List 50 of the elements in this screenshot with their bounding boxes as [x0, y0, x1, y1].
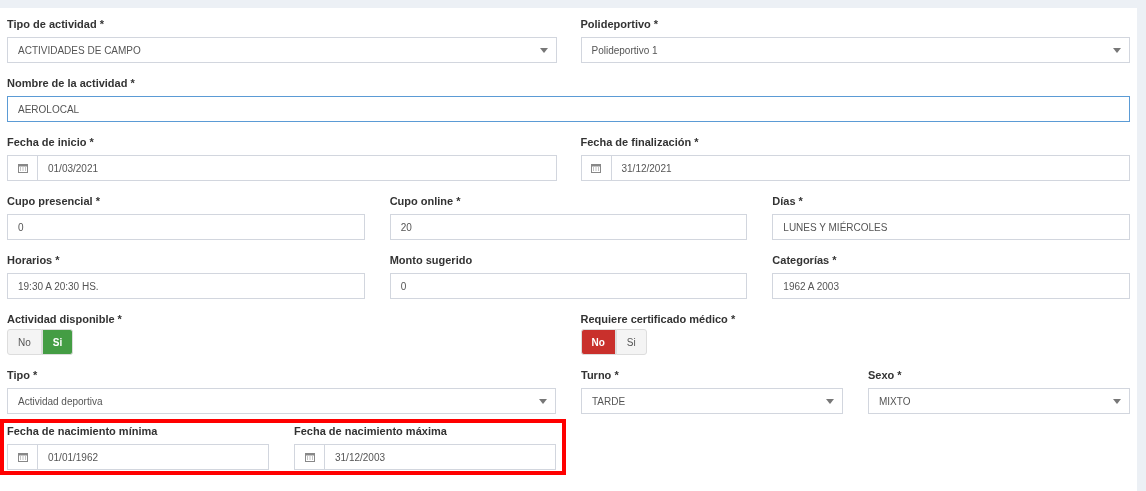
dropdown[interactable]: ACTIVIDADES DE CAMPO	[7, 37, 557, 63]
field-label: Tipo de actividad *	[7, 18, 105, 31]
toggle-option[interactable]: Si	[615, 329, 647, 355]
field-label: Actividad disponible *	[7, 313, 123, 326]
field-label: Monto sugerido	[389, 254, 474, 267]
toggle-option[interactable]: No	[580, 329, 616, 355]
date-field[interactable]: 31/12/2021	[611, 155, 1130, 181]
field-label: Fecha de nacimiento máxima	[294, 425, 448, 438]
field-label: Cupo online *	[389, 195, 462, 208]
dropdown[interactable]: Polideportivo 1	[580, 37, 1130, 63]
field-label: Turno *	[581, 369, 620, 382]
text-field[interactable]: 20	[389, 214, 748, 240]
field-label: Cupo presencial *	[7, 195, 101, 208]
date-field[interactable]: 31/12/2003	[325, 444, 556, 470]
text-field[interactable]: LUNES Y MIÉRCOLES	[772, 214, 1130, 240]
calendar-addon[interactable]	[580, 155, 612, 181]
dropdown[interactable]: Actividad deportiva	[7, 388, 556, 414]
field-label: Polideportivo *	[580, 18, 660, 31]
text-field[interactable]: 19:30 A 20:30 HS.	[7, 273, 365, 299]
calendar-addon[interactable]	[294, 444, 325, 470]
dropdown[interactable]: MIXTO	[868, 388, 1130, 414]
caret-icon	[826, 398, 834, 404]
caret-icon	[1113, 398, 1121, 404]
field-label: Nombre de la actividad *	[7, 77, 136, 90]
calendar-icon	[17, 163, 28, 173]
date-field[interactable]: 01/01/1962	[38, 444, 269, 470]
text-field[interactable]: 0	[389, 273, 748, 299]
calendar-icon	[304, 452, 315, 462]
text-field[interactable]: AEROLOCAL	[7, 96, 1130, 122]
field-label: Requiere certificado médico *	[580, 313, 737, 326]
dropdown[interactable]: TARDE	[581, 388, 843, 414]
field-label: Sexo *	[868, 369, 903, 382]
calendar-addon[interactable]	[7, 155, 38, 181]
caret-icon	[1113, 47, 1121, 53]
caret-icon	[539, 47, 548, 53]
text-field[interactable]: 1962 A 2003	[772, 273, 1130, 299]
field-label: Tipo *	[7, 369, 39, 382]
calendar-icon	[591, 163, 601, 173]
field-label: Días *	[772, 195, 804, 208]
field-label: Fecha de finalización *	[580, 136, 700, 149]
text-field[interactable]: 0	[7, 214, 365, 240]
field-label: Categorías *	[772, 254, 838, 267]
field-label: Fecha de nacimiento mínima	[7, 425, 159, 438]
date-field[interactable]: 01/03/2021	[38, 155, 557, 181]
calendar-icon	[17, 452, 28, 462]
calendar-addon[interactable]	[7, 444, 38, 470]
caret-icon	[539, 398, 547, 404]
field-label: Horarios *	[7, 254, 61, 267]
toggle-option[interactable]: No	[7, 329, 42, 355]
field-label: Fecha de inicio *	[7, 136, 95, 149]
